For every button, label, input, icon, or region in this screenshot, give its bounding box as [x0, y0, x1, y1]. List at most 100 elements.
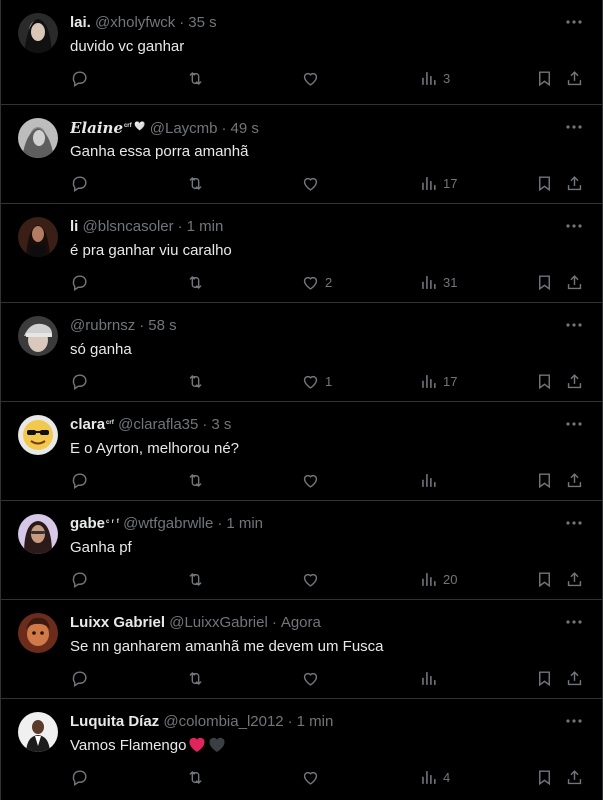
handle[interactable]: @Laycmb [150, 120, 218, 137]
share-icon [565, 174, 584, 193]
like-button[interactable] [301, 68, 325, 88]
share-button[interactable] [565, 569, 584, 589]
share-button[interactable] [565, 767, 584, 787]
timestamp[interactable]: 49 s [231, 120, 259, 137]
reply-item[interactable]: Luixx Gabriel @LuixxGabriel · Agora Se nn … [1, 600, 602, 699]
retweet-button[interactable] [186, 173, 205, 193]
avatar[interactable] [18, 514, 58, 554]
reply-button[interactable] [70, 767, 89, 787]
reply-button[interactable] [70, 569, 89, 589]
like-count: 2 [325, 274, 333, 290]
timestamp[interactable]: 3 s [211, 416, 231, 433]
timestamp[interactable]: Agora [281, 614, 321, 631]
share-button[interactable] [565, 470, 584, 490]
timestamp[interactable]: 35 s [188, 14, 216, 31]
share-button[interactable] [565, 68, 584, 88]
handle[interactable]: @blsncasoler [83, 218, 174, 235]
share-button[interactable] [565, 668, 584, 688]
bookmark-button[interactable] [535, 68, 554, 88]
timestamp[interactable]: 1 min [187, 218, 224, 235]
display-name[interactable]: Luquita Díaz [70, 713, 159, 730]
share-button[interactable] [565, 272, 584, 292]
more-icon[interactable] [564, 14, 584, 30]
handle[interactable]: @LuixxGabriel [169, 614, 268, 631]
timestamp[interactable]: 1 min [297, 713, 334, 730]
display-name[interactable]: Luixx Gabriel [70, 614, 165, 631]
retweet-button[interactable] [186, 68, 205, 88]
reply-item[interactable]: gabeᶜ ʳ ᶠ @wtfgabrwlle · 1 min Ganha pf 20 [1, 501, 602, 600]
display-name[interactable]: gabe [70, 515, 105, 532]
reply-item[interactable]: 𝑬𝒍𝒂𝒊𝒏𝒆ᶜʳᶠ 🤍 @Laycmb · 49 s Ganha essa porr… [1, 105, 602, 204]
like-button[interactable] [301, 569, 325, 589]
more-icon[interactable] [564, 614, 584, 630]
bookmark-button[interactable] [535, 272, 554, 292]
reply-button[interactable] [70, 668, 89, 688]
more-icon[interactable] [564, 317, 584, 333]
bookmark-button[interactable] [535, 470, 554, 490]
views-button[interactable]: 3 [419, 68, 450, 88]
handle[interactable]: @clarafla35 [118, 416, 198, 433]
bookmark-button[interactable] [535, 767, 554, 787]
reply-item[interactable]: lai. @xholyfwck · 35 s duvido vc ganhar 3 [1, 0, 602, 105]
avatar[interactable] [18, 415, 58, 455]
share-button[interactable] [565, 371, 584, 391]
more-icon[interactable] [564, 515, 584, 531]
avatar[interactable] [18, 118, 58, 158]
views-button[interactable]: 4 [419, 767, 450, 787]
reply-button[interactable] [70, 173, 89, 193]
reply-button[interactable] [70, 470, 89, 490]
retweet-button[interactable] [186, 668, 205, 688]
avatar[interactable] [18, 613, 58, 653]
reply-button[interactable] [70, 371, 89, 391]
more-icon[interactable] [564, 218, 584, 234]
reply-item[interactable]: Luquita Díaz @colombia_l2012 · 1 min Vamos… [1, 699, 602, 800]
retweet-button[interactable] [186, 569, 205, 589]
retweet-button[interactable] [186, 272, 205, 292]
avatar[interactable] [18, 217, 58, 257]
bookmark-button[interactable] [535, 173, 554, 193]
handle[interactable]: @rubrnsz [70, 317, 135, 334]
views-button[interactable]: 20 [419, 569, 457, 589]
timestamp[interactable]: 1 min [226, 515, 263, 532]
display-name[interactable]: clara [70, 416, 105, 433]
avatar[interactable] [18, 712, 58, 752]
bookmark-button[interactable] [535, 668, 554, 688]
views-button[interactable] [419, 668, 443, 688]
display-name[interactable]: lai. [70, 14, 91, 31]
action-bar: 1 17 [70, 371, 582, 391]
avatar[interactable] [18, 13, 58, 53]
action-bar [70, 470, 582, 490]
retweet-button[interactable] [186, 767, 205, 787]
name-badge: ᶜ ʳ ᶠ [106, 517, 119, 527]
timestamp[interactable]: 58 s [148, 317, 176, 334]
like-button[interactable] [301, 470, 325, 490]
like-button[interactable]: 1 [301, 371, 332, 391]
bookmark-button[interactable] [535, 569, 554, 589]
views-button[interactable]: 17 [419, 371, 457, 391]
like-button[interactable]: 2 [301, 272, 332, 292]
retweet-button[interactable] [186, 470, 205, 490]
views-button[interactable]: 17 [419, 173, 457, 193]
retweet-button[interactable] [186, 371, 205, 391]
handle[interactable]: @colombia_l2012 [163, 713, 283, 730]
like-button[interactable] [301, 767, 325, 787]
avatar[interactable] [18, 316, 58, 356]
reply-item[interactable]: li @blsncasoler · 1 min é pra ganhar viu c… [1, 204, 602, 303]
views-button[interactable]: 31 [419, 272, 457, 292]
more-icon[interactable] [564, 713, 584, 729]
views-button[interactable] [419, 470, 443, 490]
more-icon[interactable] [564, 416, 584, 432]
handle[interactable]: @xholyfwck [95, 14, 175, 31]
reply-button[interactable] [70, 68, 89, 88]
display-name[interactable]: 𝑬𝒍𝒂𝒊𝒏𝒆 [70, 119, 123, 137]
reply-item[interactable]: @rubrnsz · 58 s só ganha 1 17 [1, 303, 602, 402]
bookmark-button[interactable] [535, 371, 554, 391]
reply-item[interactable]: claraᶜʳᶠ @clarafla35 · 3 s E o Ayrton, mel… [1, 402, 602, 501]
reply-button[interactable] [70, 272, 89, 292]
share-button[interactable] [565, 173, 584, 193]
handle[interactable]: @wtfgabrwlle [123, 515, 213, 532]
like-button[interactable] [301, 668, 325, 688]
more-icon[interactable] [564, 119, 584, 135]
like-button[interactable] [301, 173, 325, 193]
display-name[interactable]: li [70, 218, 78, 235]
